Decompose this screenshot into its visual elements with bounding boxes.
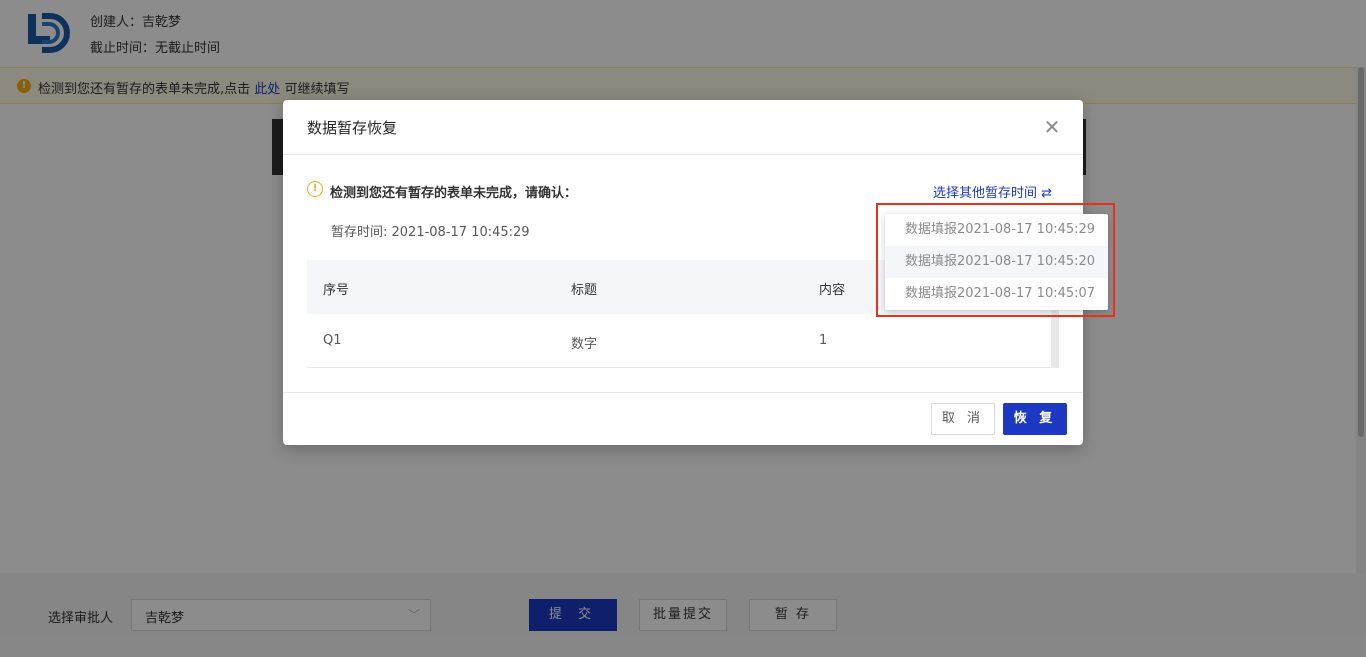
saved-time-text: 暂存时间: 2021-08-17 10:45:29: [331, 225, 530, 240]
modal-title: 数据暂存恢复: [307, 119, 398, 137]
cancel-button[interactable]: 取 消: [931, 403, 995, 435]
modal-header-divider: [283, 154, 1083, 155]
table-cell: 数字: [571, 337, 598, 352]
restore-button[interactable]: 恢 复: [1003, 403, 1067, 435]
select-other-time-link[interactable]: 选择其他暂存时间 ⇄: [933, 182, 1052, 201]
select-other-time-label: 选择其他暂存时间: [933, 186, 1038, 201]
close-icon[interactable]: ✕: [1041, 116, 1063, 138]
column-header: 标题: [571, 283, 598, 298]
table-cell: 1: [819, 333, 828, 348]
modal-footer-divider: [283, 392, 1083, 393]
swap-icon: ⇄: [1041, 186, 1053, 201]
table-row: Q1 数字 1: [307, 314, 1051, 368]
column-header: 内容: [819, 283, 846, 298]
modal-warning-text: 检测到您还有暂存的表单未完成，请确认：: [330, 186, 578, 201]
column-header: 序号: [323, 283, 350, 298]
annotation-highlight-box: [876, 203, 1115, 317]
info-icon: !: [307, 181, 323, 197]
table-cell: Q1: [323, 333, 342, 348]
